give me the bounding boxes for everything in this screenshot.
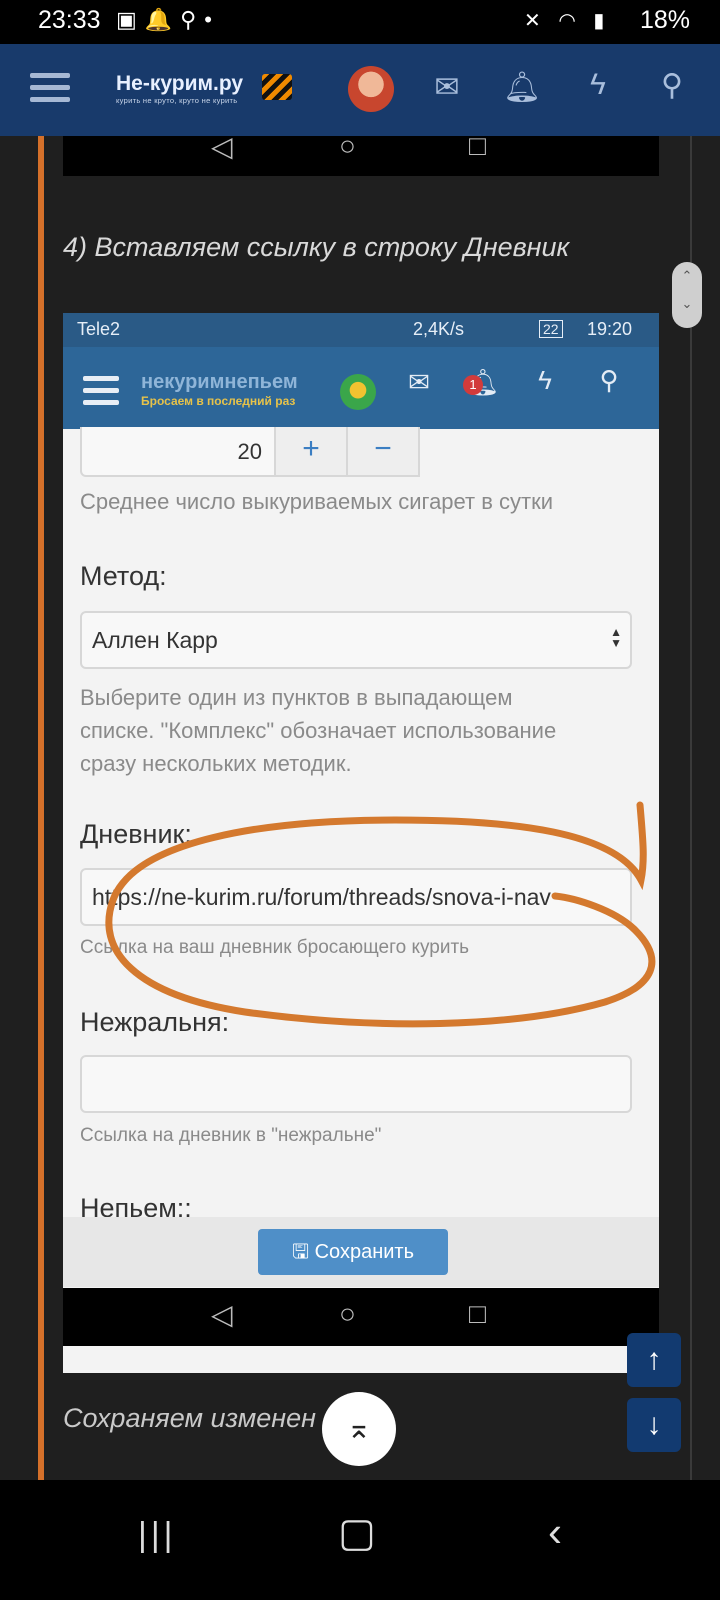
- inner-logo: некуримнепьем Бросаем в последний раз: [141, 371, 298, 408]
- quote-accent-bar: [38, 136, 44, 1480]
- scroll-to-top-icon[interactable]: ⌅: [322, 1392, 396, 1466]
- recents-icon[interactable]: |||: [138, 1516, 177, 1555]
- inner-menu-icon: [83, 369, 119, 412]
- save-button: 🖫 Сохранить: [258, 1229, 448, 1275]
- method-hint: Выберите один из пунктов в выпадающем сп…: [80, 681, 556, 780]
- home-icon[interactable]: ▢: [338, 1510, 376, 1556]
- inner-lightning-icon: ϟ: [538, 365, 552, 395]
- inner-mail-icon: ✉: [408, 367, 430, 397]
- decrement-button: −: [346, 427, 420, 477]
- diary-hint: Ссылка на ваш дневник бросающего курить: [80, 937, 470, 958]
- scroll-handle[interactable]: ⌃ ⌄: [672, 262, 702, 328]
- status-time: 23:33: [38, 6, 101, 34]
- scroll-up-button[interactable]: ↑: [627, 1333, 681, 1387]
- lightning-icon[interactable]: ϟ: [576, 68, 620, 102]
- cigarettes-value: 20: [237, 439, 262, 464]
- inner-status-bar: Tele2 2,4K/s 22 19:20: [63, 313, 659, 347]
- method-hint-line: сразу нескольких методик.: [80, 751, 352, 776]
- cigarettes-hint: Среднее число выкуриваемых сигарет в сут…: [80, 489, 554, 514]
- method-value: Аллен Карр: [92, 627, 218, 653]
- inner-search-icon: ⚲: [599, 365, 619, 395]
- step-heading: 4) Вставляем ссылку в строку Дневник: [63, 232, 570, 262]
- save-bar: 🖫 Сохранить: [63, 1217, 659, 1287]
- floppy-icon: 🖫: [292, 1241, 315, 1263]
- method-label: Метод:: [80, 561, 167, 591]
- nezhralnya-hint: Ссылка на дневник в "нежральне": [80, 1125, 382, 1146]
- back-icon[interactable]: ‹: [548, 1508, 562, 1556]
- nezhralnya-label: Нежральня:: [80, 1007, 230, 1037]
- site-logo[interactable]: Не-курим.ру курить не круто, круто не ку…: [116, 72, 243, 105]
- inner-time: 19:20: [587, 319, 633, 339]
- inner-avatar: [340, 374, 376, 410]
- inner-logo-slogan: Бросаем в последний раз: [141, 394, 296, 408]
- message-badge: 1: [463, 375, 483, 395]
- site-header: Не-курим.ру курить не круто, круто не ку…: [0, 44, 720, 136]
- scroll-track: [690, 136, 692, 1480]
- increment-button: +: [274, 427, 348, 477]
- search-icon[interactable]: ⚲: [650, 68, 694, 103]
- home-nav-icon: ○: [339, 130, 356, 161]
- save-label: Сохранить: [314, 1241, 414, 1263]
- previous-screenshot-nav-strip: ◁ ○ □: [63, 130, 659, 176]
- menu-icon[interactable]: [30, 66, 70, 109]
- bell-icon[interactable]: 🔔︎: [500, 70, 544, 105]
- nezhralnya-input: [80, 1055, 632, 1113]
- inner-carrier: Tele2: [77, 319, 121, 339]
- logo-slogan: курить не круто, круто не курить: [116, 96, 238, 105]
- logo-title: Не-курим.ру: [116, 72, 244, 95]
- back-nav-icon: ◁: [211, 131, 233, 162]
- inner-back-icon: ◁: [211, 1299, 233, 1330]
- inner-home-icon: ○: [339, 1298, 356, 1329]
- avatar[interactable]: [348, 66, 394, 112]
- diary-input: https://ne-kurim.ru/forum/threads/snova-…: [80, 868, 632, 926]
- inner-logo-title: некуримнепьем: [141, 371, 298, 393]
- cigarettes-input: 20: [80, 427, 276, 477]
- embedded-screenshot: Tele2 2,4K/s 22 19:20 некуримнепьем Брос…: [63, 313, 659, 1373]
- inner-recents-icon: □: [469, 1298, 486, 1329]
- system-nav-bar: ||| ▢ ‹: [0, 1480, 720, 1600]
- step-caption: Сохраняем изменен: [63, 1403, 316, 1433]
- method-select: Аллен Карр ▲ ▼: [80, 611, 632, 669]
- scroll-down-button[interactable]: ↓: [627, 1398, 681, 1452]
- method-hint-line: списке. "Комплекс" обозначает использова…: [80, 718, 557, 743]
- inner-nav-bar: ◁ ○ □: [63, 1288, 659, 1346]
- method-hint-line: Выберите один из пунктов в выпадающем: [80, 685, 513, 710]
- ribbon-icon: [262, 74, 292, 100]
- select-arrows-icon: ▲ ▼: [610, 625, 622, 650]
- system-icons: ✕ ◠ ▮: [524, 10, 611, 32]
- notification-icons: ▣🔔⚲•: [116, 7, 220, 32]
- mail-icon[interactable]: ✉: [425, 70, 469, 105]
- battery-level: 18%: [639, 6, 690, 34]
- diary-label: Дневник:: [80, 819, 192, 849]
- status-bar: 23:33 ▣🔔⚲• ✕ ◠ ▮ 18%: [0, 0, 720, 44]
- diary-value: https://ne-kurim.ru/forum/threads/snova-…: [92, 884, 551, 910]
- inner-battery: 22: [539, 320, 563, 338]
- recents-nav-icon: □: [469, 130, 486, 161]
- inner-net-speed: 2,4K/s: [413, 319, 465, 339]
